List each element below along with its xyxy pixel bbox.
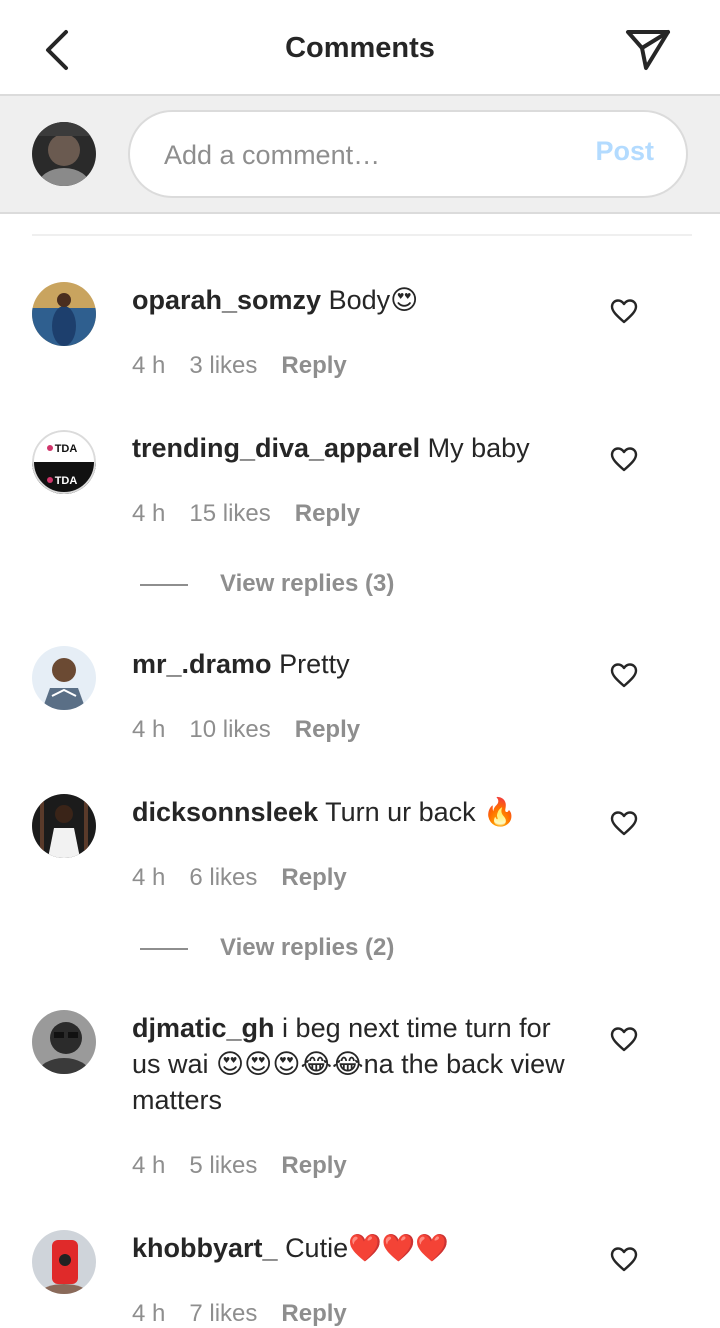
comment-username[interactable]: dicksonnsleek — [132, 797, 318, 827]
view-replies-button[interactable]: View replies (2) — [140, 934, 394, 962]
comment-meta: 4 h 3 likes Reply — [132, 352, 371, 380]
post-button[interactable]: Post — [595, 136, 654, 167]
avatar-logo-text: TDA — [55, 443, 78, 455]
comment-time: 4 h — [132, 716, 166, 743]
avatar[interactable] — [32, 1230, 96, 1294]
comment-text: oparah_somzy Body😍 — [132, 282, 572, 318]
comment-input[interactable] — [162, 132, 566, 178]
view-replies-button[interactable]: View replies (3) — [140, 570, 394, 598]
comment-time: 4 h — [132, 864, 166, 891]
comment-username[interactable]: oparah_somzy — [132, 285, 321, 315]
heart-outline-icon[interactable] — [610, 662, 638, 690]
heart-outline-icon[interactable] — [610, 446, 638, 474]
avatar[interactable]: TDA TDA — [32, 430, 96, 494]
comment-likes[interactable]: 10 likes — [189, 716, 270, 743]
comment-text: trending_diva_apparel My baby — [132, 430, 572, 466]
comment-time: 4 h — [132, 352, 166, 379]
reply-button[interactable]: Reply — [281, 352, 346, 379]
reply-button[interactable]: Reply — [281, 864, 346, 891]
view-replies-label: View replies (2) — [220, 934, 395, 961]
current-user-avatar — [32, 122, 96, 186]
view-replies-label: View replies (3) — [220, 570, 395, 597]
comment-time: 4 h — [132, 1300, 166, 1327]
comment-likes[interactable]: 6 likes — [189, 864, 257, 891]
comment-username[interactable]: djmatic_gh — [132, 1013, 275, 1043]
comment-body: Turn ur back 🔥 — [325, 797, 517, 827]
heart-outline-icon[interactable] — [610, 810, 638, 838]
comment-body: Body😍 — [328, 285, 419, 315]
comment-meta: 4 h 10 likes Reply — [132, 716, 384, 744]
avatar[interactable] — [32, 794, 96, 858]
comment-meta: 4 h 5 likes Reply — [132, 1152, 371, 1180]
reply-button[interactable]: Reply — [295, 716, 360, 743]
paper-plane-icon[interactable] — [622, 24, 674, 76]
reply-button[interactable]: Reply — [295, 500, 360, 527]
comment-body: Cutie❤️❤️❤️ — [285, 1233, 449, 1263]
avatar[interactable] — [32, 1010, 96, 1074]
comment-text: mr_.dramo Pretty — [132, 646, 572, 682]
comment-username[interactable]: trending_diva_apparel — [132, 433, 420, 463]
view-replies-line — [140, 583, 188, 586]
comment-meta: 4 h 15 likes Reply — [132, 500, 384, 528]
comment-likes[interactable]: 15 likes — [189, 500, 270, 527]
comment-text: khobbyart_ Cutie❤️❤️❤️ — [132, 1230, 572, 1266]
comment-text: djmatic_gh i beg next time turn for us w… — [132, 1010, 572, 1118]
comment-likes[interactable]: 5 likes — [189, 1152, 257, 1179]
divider — [32, 234, 692, 236]
comment-likes[interactable]: 3 likes — [189, 352, 257, 379]
comment-body: Pretty — [279, 649, 350, 679]
comment-meta: 4 h 6 likes Reply — [132, 864, 371, 892]
comment-username[interactable]: mr_.dramo — [132, 649, 272, 679]
heart-outline-icon[interactable] — [610, 1026, 638, 1054]
comment-time: 4 h — [132, 1152, 166, 1179]
reply-button[interactable]: Reply — [281, 1300, 346, 1327]
avatar[interactable] — [32, 282, 96, 346]
avatar-logo-text: TDA — [55, 475, 78, 487]
page-title: Comments — [285, 32, 435, 64]
heart-outline-icon[interactable] — [610, 1246, 638, 1274]
comment-composer: Post — [0, 96, 720, 214]
comment-body: My baby — [427, 433, 530, 463]
comment-username[interactable]: khobbyart_ — [132, 1233, 278, 1263]
comment-text: dicksonnsleek Turn ur back 🔥 — [132, 794, 572, 830]
comment-input-container: Post — [128, 110, 688, 198]
heart-outline-icon[interactable] — [610, 298, 638, 326]
view-replies-line — [140, 947, 188, 950]
comment-time: 4 h — [132, 500, 166, 527]
top-bar: Comments — [0, 0, 720, 96]
reply-button[interactable]: Reply — [281, 1152, 346, 1179]
avatar[interactable] — [32, 646, 96, 710]
comment-likes[interactable]: 7 likes — [189, 1300, 257, 1327]
